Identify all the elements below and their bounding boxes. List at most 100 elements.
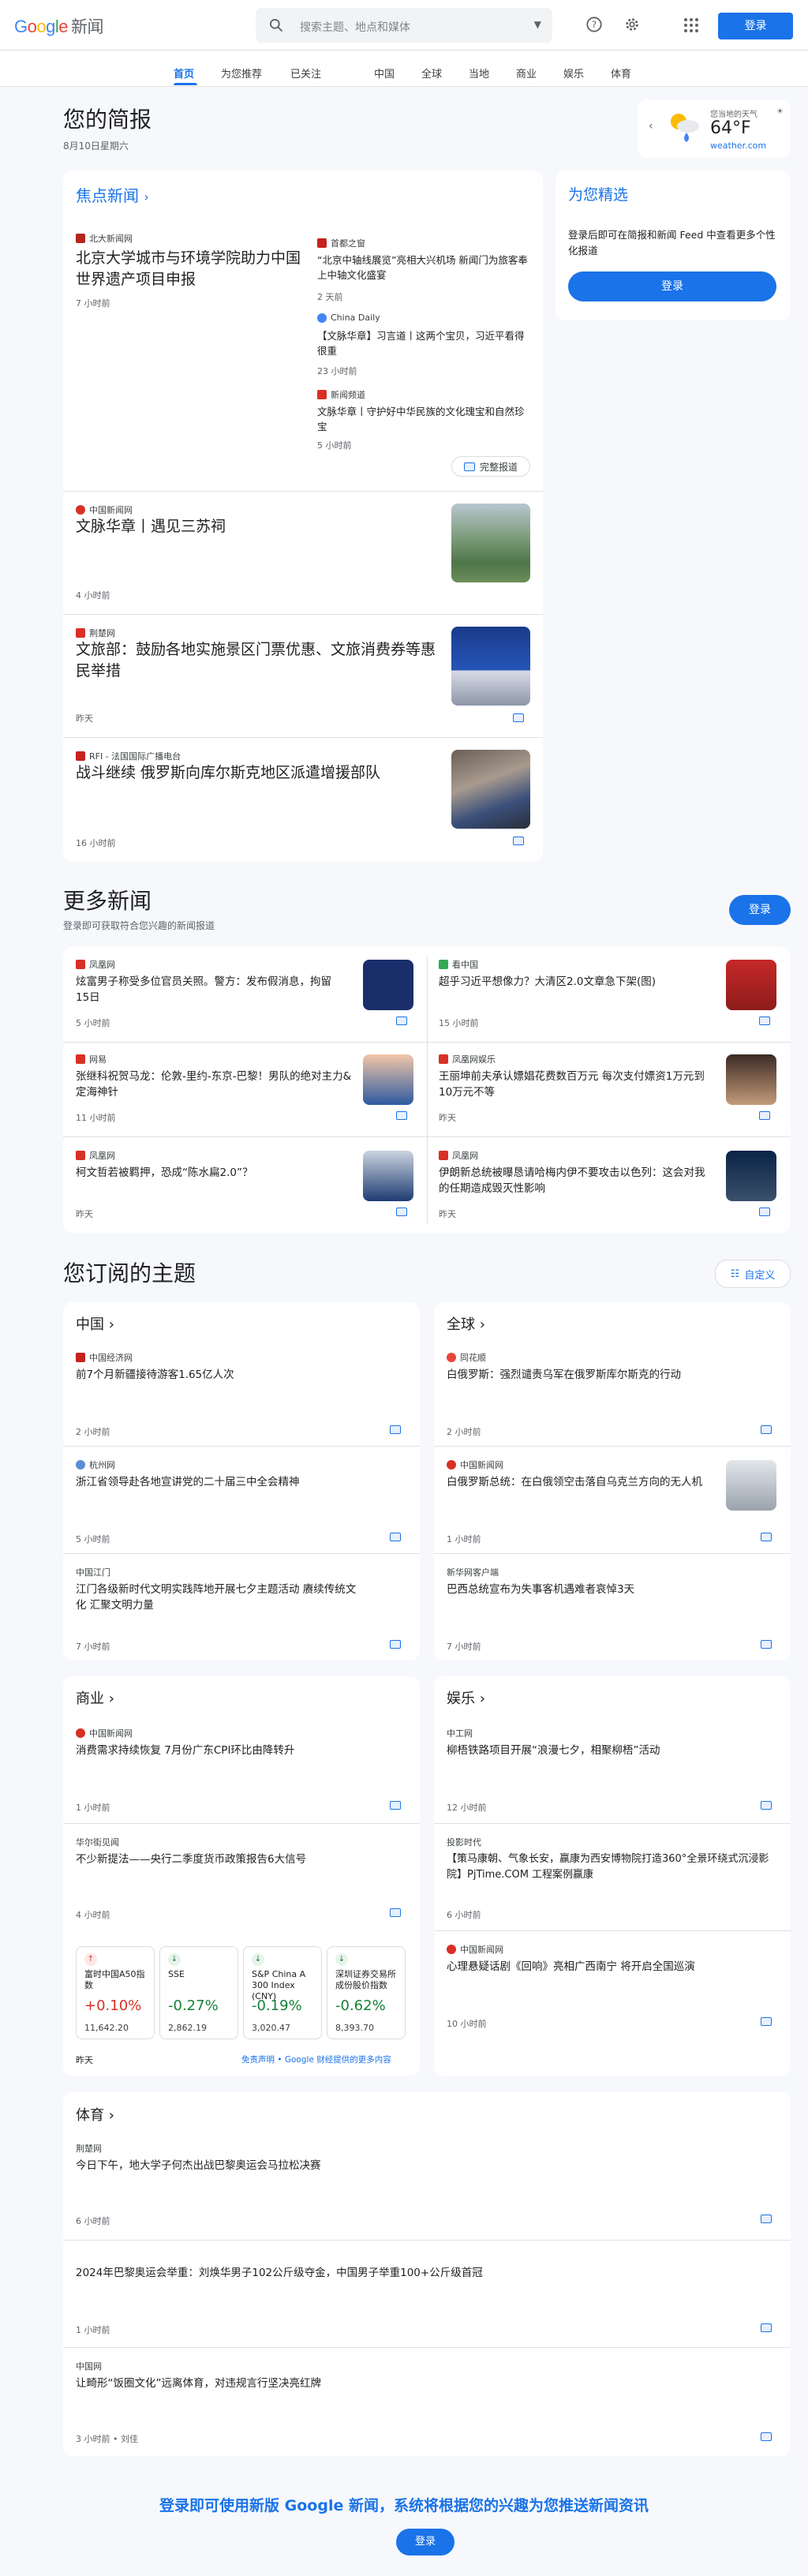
full-coverage-icon[interactable]: [761, 1801, 772, 1810]
story-title[interactable]: 超乎习近平想像力？大清区2.0文章急下架(图): [439, 974, 707, 990]
picks-signin-button[interactable]: 登录: [568, 271, 776, 301]
full-coverage-icon[interactable]: [761, 1640, 772, 1649]
weather-source-link[interactable]: weather.com: [710, 140, 766, 151]
story-title[interactable]: 文脉华章丨守护好中华民族的文化瑰宝和自然珍宝: [317, 404, 530, 434]
story-thumbnail[interactable]: [451, 627, 530, 706]
story-title[interactable]: “北京中轴线展览”亮相大兴机场 新闻门为旅客奉上中轴文化盛宴: [317, 253, 530, 283]
story-title[interactable]: 【文脉华章】习言道丨这两个宝贝，习近平看得很重: [317, 328, 530, 358]
full-coverage-icon[interactable]: [390, 1908, 401, 1917]
story-thumbnail[interactable]: [451, 750, 530, 829]
chevron-down-icon[interactable]: ▼: [534, 19, 541, 30]
full-coverage-icon[interactable]: [390, 1425, 401, 1434]
search-box[interactable]: 搜索主题、地点和媒体 ▼: [256, 8, 552, 43]
tab-sports[interactable]: 体育: [611, 66, 631, 80]
story-title[interactable]: 【策马康朝、气象长安，赢康为西安博物院打造360°全景环绕式沉浸影院】PjTim…: [447, 1852, 778, 1883]
story-title[interactable]: 心理悬疑话剧《回响》亮相广西南宁 将开启全国巡演: [447, 1959, 762, 1975]
story-source: 网易: [76, 1053, 107, 1065]
story-thumbnail[interactable]: [726, 1054, 776, 1105]
story-thumbnail[interactable]: [726, 1151, 776, 1201]
tab-china[interactable]: 中国: [374, 66, 395, 80]
stock-card[interactable]: ↓ SSE -0.27% 2,862.19: [159, 1946, 238, 2039]
chevron-right-icon: ›: [144, 189, 149, 204]
search-icon[interactable]: [268, 17, 284, 36]
weather-widget[interactable]: ‹ 您当地的天气 ☀ 64°F weather.com: [638, 99, 791, 158]
gear-icon[interactable]: [623, 16, 641, 36]
full-coverage-icon[interactable]: [513, 713, 524, 722]
tab-business[interactable]: 商业: [516, 66, 537, 80]
topic-title-sports[interactable]: 体育 ›: [76, 2104, 114, 2125]
story-source: 中国经济网: [76, 1351, 133, 1364]
story-title[interactable]: 消费需求持续恢复 7月份广东CPI环比由降转升: [76, 1743, 391, 1758]
story-title[interactable]: 不少新提法——央行二季度货币政策报告6大信号: [76, 1852, 391, 1867]
full-coverage-button[interactable]: 完整报道: [451, 456, 530, 477]
disclaimer-link[interactable]: 免责声明 • Google 财经提供的更多内容: [241, 2054, 391, 2065]
tab-world[interactable]: 全球: [421, 66, 442, 80]
stock-card[interactable]: ↑ 富时中国A50指数 +0.10% 11,642.20: [76, 1946, 155, 2039]
story-title[interactable]: 白俄罗斯总统：在白俄领空击落自乌克兰方向的无人机: [447, 1474, 715, 1490]
story-title[interactable]: 炫富男子称受多位官员关照。警方：发布假消息，拘留15日: [76, 974, 344, 1005]
story-title[interactable]: 柯文哲若被羁押，恐成“陈水扁2.0”？: [76, 1165, 344, 1181]
full-coverage-icon[interactable]: [759, 1111, 770, 1120]
full-coverage-icon[interactable]: [390, 1533, 401, 1541]
full-coverage-icon[interactable]: [396, 1111, 407, 1120]
story-thumbnail[interactable]: [363, 960, 413, 1010]
story-title[interactable]: 江门各级新时代文明实践阵地开展七夕主题活动 赓续传统文化 汇聚文明力量: [76, 1582, 360, 1613]
full-coverage-icon[interactable]: [761, 2323, 772, 2332]
story-title[interactable]: 2024年巴黎奥运会举重：刘焕华男子102公斤级夺金，中国男子举重100+公斤级…: [76, 2265, 754, 2281]
story-title[interactable]: 张继科祝贺马龙：伦敦-里约-东京-巴黎！男队的绝对主力&定海神针: [76, 1069, 352, 1100]
story-thumbnail[interactable]: [363, 1054, 413, 1105]
full-coverage-icon[interactable]: [390, 1640, 401, 1649]
story-title[interactable]: 前7个月新疆接待游客1.65亿人次: [76, 1367, 391, 1383]
story-title[interactable]: 文脉华章丨遇见三苏祠: [76, 516, 423, 537]
story-title[interactable]: 巴西总统宣布为失事客机遇难者哀悼3天: [447, 1582, 762, 1597]
tab-home[interactable]: 首页: [174, 66, 194, 80]
headlines-title[interactable]: 焦点新闻 ›: [76, 183, 149, 206]
search-input[interactable]: 搜索主题、地点和媒体: [300, 19, 410, 35]
tab-local[interactable]: 当地: [469, 66, 489, 80]
full-coverage-icon[interactable]: [761, 1533, 772, 1541]
story-title[interactable]: 浙江省领导赴各地宣讲党的二十届三中全会精神: [76, 1474, 391, 1490]
signin-button[interactable]: 登录: [718, 13, 793, 39]
full-coverage-icon[interactable]: [396, 1208, 407, 1216]
full-coverage-icon[interactable]: [759, 1208, 770, 1216]
google-news-logo[interactable]: Google 新闻: [14, 14, 104, 38]
topic-title-world[interactable]: 全球 ›: [447, 1313, 485, 1334]
story-thumbnail[interactable]: [726, 960, 776, 1010]
apps-grid-icon[interactable]: [683, 17, 699, 36]
story-title[interactable]: 战斗继续 俄罗斯向库尔斯克地区派遣增援部队: [76, 762, 431, 784]
stock-card[interactable]: ↓ S&P China A 300 Index (CNY) -0.19% 3,020.…: [243, 1946, 322, 2039]
story-title[interactable]: 让畸形“饭圈文化”远离体育，对违规言行坚决亮红牌: [76, 2376, 707, 2391]
full-coverage-icon[interactable]: [396, 1017, 407, 1025]
story-title[interactable]: 伊朗新总统被曝恳请哈梅内伊不要攻击以色列：这会对我的任期造成毁灭性影响: [439, 1165, 715, 1196]
story-title[interactable]: 白俄罗斯：强烈谴责乌军在俄罗斯库尔斯克的行动: [447, 1367, 762, 1383]
story-thumbnail[interactable]: [451, 504, 530, 582]
help-icon[interactable]: ?: [585, 16, 603, 36]
story-time: 2 小时前: [76, 1427, 110, 1437]
footer-signin-button[interactable]: 登录: [396, 2529, 454, 2555]
full-coverage-icon[interactable]: [759, 1017, 770, 1025]
story-title[interactable]: 文旅部：鼓励各地实施景区门票优惠、文旅消费券等惠民举措: [76, 639, 447, 682]
story-title[interactable]: 柳梧铁路项目开展“浪漫七夕，相聚柳梧”活动: [447, 1743, 762, 1758]
story-thumbnail[interactable]: [726, 1460, 776, 1511]
story-thumbnail[interactable]: [363, 1151, 413, 1201]
full-coverage-icon[interactable]: [761, 2017, 772, 2026]
tab-following[interactable]: 已关注: [290, 66, 321, 80]
full-coverage-icon[interactable]: [390, 1801, 401, 1810]
full-coverage-icon[interactable]: [761, 2432, 772, 2441]
full-coverage-icon[interactable]: [513, 837, 524, 845]
topic-title-business[interactable]: 商业 ›: [76, 1687, 114, 1708]
more-signin-button[interactable]: 登录: [729, 895, 791, 925]
full-coverage-icon[interactable]: [761, 1425, 772, 1434]
tab-for-you[interactable]: 为您推荐: [221, 66, 262, 80]
tab-entertainment[interactable]: 娱乐: [563, 66, 584, 80]
full-coverage-icon[interactable]: [761, 2215, 772, 2223]
story-title[interactable]: 北京大学城市与环境学院助力中国世界遗产项目申报: [76, 248, 305, 290]
stock-value: 2,862.19: [168, 2023, 207, 2033]
topic-title-entertainment[interactable]: 娱乐 ›: [447, 1687, 485, 1708]
stock-card[interactable]: ↓ 深圳证券交易所成份股价指数 -0.62% 8,393.70: [327, 1946, 406, 2039]
topic-title-china[interactable]: 中国 ›: [76, 1313, 114, 1334]
story-title[interactable]: 今日下午，地大学子何杰出战巴黎奥运会马拉松决赛: [76, 2158, 707, 2174]
customize-button[interactable]: ☷ 自定义: [715, 1260, 791, 1288]
chevron-left-icon[interactable]: ‹: [649, 120, 653, 133]
story-title[interactable]: 王丽坤前夫承认嫖娼花费数百万元 每次支付嫖资1万元到10万元不等: [439, 1069, 715, 1100]
